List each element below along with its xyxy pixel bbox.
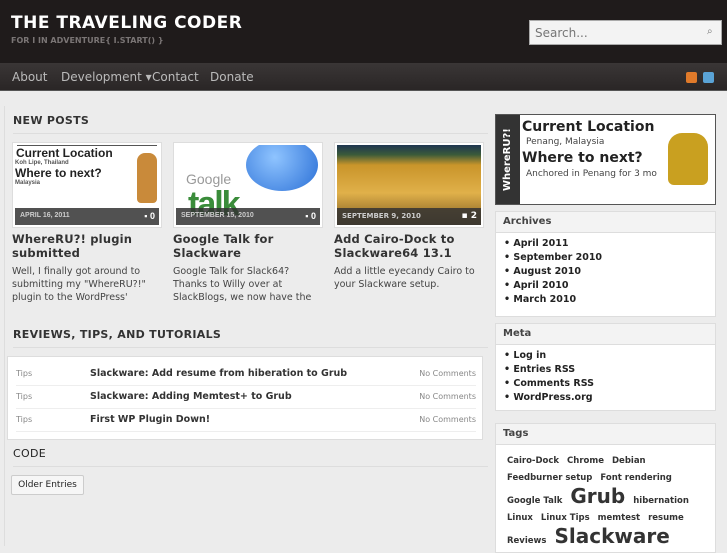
divider [13, 466, 488, 467]
wheat-field-image: SEPTEMBER 9, 2010 ▪ 2 [337, 145, 481, 225]
meta-widget: Meta Log in Entries RSS Comments RSS Wor… [495, 323, 716, 411]
rss-icon[interactable] [686, 72, 697, 83]
archive-link[interactable]: April 2011 [504, 238, 715, 252]
list-item: Tips Slackware: Add resume from hiberatio… [16, 363, 476, 386]
meta-link[interactable]: Log in [504, 350, 715, 364]
tags-widget: Tags Cairo-Dock Chrome Debian Feedburner se… [495, 423, 716, 553]
post-date: APRIL 16, 2011 [20, 212, 70, 219]
comments-link[interactable]: No Comments [419, 392, 476, 401]
current-location: Penang, Malaysia [526, 137, 605, 147]
nav-development[interactable]: Development ▾ [61, 70, 152, 84]
nav-about[interactable]: About [12, 70, 47, 84]
post-date: SEPTEMBER 15, 2010 [181, 212, 254, 219]
post-category[interactable]: Tips [16, 392, 32, 401]
post-title[interactable]: WhereRU?! plugin submitted [12, 232, 162, 260]
reviews-heading: REVIEWS, TIPS, AND TUTORIALS [13, 328, 222, 341]
post-thumbnail[interactable]: SEPTEMBER 9, 2010 ▪ 2 [334, 142, 484, 228]
new-posts-heading: NEW POSTS [13, 114, 90, 127]
post-title[interactable]: Add Cairo-Dock to Slackware64 13.1 [334, 232, 484, 260]
list-item: Tips Slackware: Adding Memtest+ to Grub No… [16, 386, 476, 409]
comments-link[interactable]: No Comments [419, 415, 476, 424]
site-tagline: FOR I IN ADVENTURE{ I.START() } [11, 36, 164, 45]
post-card: Google talk SEPTEMBER 15, 2010 ▪ 0 Google… [173, 142, 323, 304]
nav-contact[interactable]: Contact [152, 70, 199, 84]
chat-bubble-image [246, 145, 318, 191]
archives-heading: Archives [496, 212, 715, 233]
post-excerpt: Google Talk for Slack64? Thanks to Willy… [173, 266, 312, 303]
search-input[interactable] [529, 20, 722, 45]
post-thumbnail[interactable]: Google talk SEPTEMBER 15, 2010 ▪ 0 [173, 142, 323, 228]
archives-widget: Archives April 2011 September 2010 Augus… [495, 211, 716, 317]
tag-link[interactable]: Feedburner setup [507, 471, 592, 485]
comment-count[interactable]: ▪ 0 [144, 211, 155, 221]
archive-link[interactable]: August 2010 [504, 266, 715, 280]
post-title[interactable]: Slackware: Adding Memtest+ to Grub [90, 391, 292, 402]
next-location-label: Where to next? [522, 150, 643, 166]
tag-link[interactable]: Google Talk [507, 494, 562, 508]
twitter-icon[interactable] [703, 72, 714, 83]
tag-link[interactable]: Debian [612, 454, 646, 468]
comment-count[interactable]: ▪ 0 [305, 211, 316, 221]
drink-image [137, 153, 157, 203]
archive-link[interactable]: September 2010 [504, 252, 715, 266]
post-card: SEPTEMBER 9, 2010 ▪ 2 Add Cairo-Dock to S… [334, 142, 484, 291]
tag-link[interactable]: resume [648, 511, 684, 525]
tag-link[interactable]: Slackware [554, 525, 669, 547]
reviews-list: Tips Slackware: Add resume from hiberatio… [7, 356, 483, 440]
post-title[interactable]: Slackware: Add resume from hiberation to… [90, 368, 347, 379]
post-meta-bar: SEPTEMBER 9, 2010 ▪ 2 [337, 208, 481, 225]
post-meta-bar: SEPTEMBER 15, 2010 ▪ 0 [176, 208, 320, 225]
meta-link[interactable]: WordPress.org [504, 392, 715, 406]
archive-link[interactable]: April 2010 [504, 280, 715, 294]
tag-link[interactable]: Linux Tips [541, 511, 590, 525]
post-category[interactable]: Tips [16, 415, 32, 424]
code-heading: CODE [13, 447, 46, 460]
post-card: Current Location Koh Lipe, Thailand Wher… [12, 142, 162, 304]
older-entries-button[interactable]: Older Entries [11, 475, 84, 495]
whereru-logo: WhereRU?! [496, 115, 520, 204]
current-location-label: Current Location [522, 119, 655, 135]
backpack-image [668, 133, 708, 185]
post-date: SEPTEMBER 9, 2010 [342, 212, 421, 220]
tag-link[interactable]: Chrome [567, 454, 604, 468]
tag-link[interactable]: memtest [598, 511, 640, 525]
tag-cloud: Cairo-Dock Chrome Debian Feedburner setup Fo… [496, 445, 715, 548]
comment-count[interactable]: ▪ 2 [462, 211, 478, 221]
tag-link[interactable]: Grub [570, 485, 625, 507]
meta-heading: Meta [496, 324, 715, 345]
post-excerpt: Well, I finally got around to submitting… [12, 266, 146, 303]
nav-donate[interactable]: Donate [210, 70, 254, 84]
post-title[interactable]: Google Talk for Slackware [173, 232, 323, 260]
tag-link[interactable]: Cairo-Dock [507, 454, 559, 468]
meta-link[interactable]: Entries RSS [504, 364, 715, 378]
divider [13, 133, 488, 134]
meta-link[interactable]: Comments RSS [504, 378, 715, 392]
post-thumbnail[interactable]: Current Location Koh Lipe, Thailand Wher… [12, 142, 162, 228]
post-category[interactable]: Tips [16, 369, 32, 378]
comments-link[interactable]: No Comments [419, 369, 476, 378]
location-widget: WhereRU?! Current Location Penang, Malay… [495, 114, 716, 205]
site-title[interactable]: THE TRAVELING CODER [11, 13, 242, 33]
post-title[interactable]: First WP Plugin Down! [90, 414, 210, 425]
search-icon[interactable]: ⌕ [707, 26, 713, 37]
main-nav: About Development ▾ Contact Donate [0, 63, 727, 91]
next-location: Anchored in Penang for 3 mo [526, 169, 657, 179]
tag-link[interactable]: Font rendering [600, 471, 671, 485]
archive-link[interactable]: March 2010 [504, 294, 715, 308]
tag-link[interactable]: Reviews [507, 534, 546, 548]
post-excerpt: Add a little eyecandy Cairo to your Slac… [334, 266, 475, 290]
list-item: Tips First WP Plugin Down! No Comments [16, 409, 476, 432]
post-meta-bar: APRIL 16, 2011 ▪ 0 [15, 208, 159, 225]
tags-heading: Tags [496, 424, 715, 445]
tag-link[interactable]: Linux [507, 511, 533, 525]
tag-link[interactable]: hibernation [633, 494, 689, 508]
divider [13, 347, 488, 348]
